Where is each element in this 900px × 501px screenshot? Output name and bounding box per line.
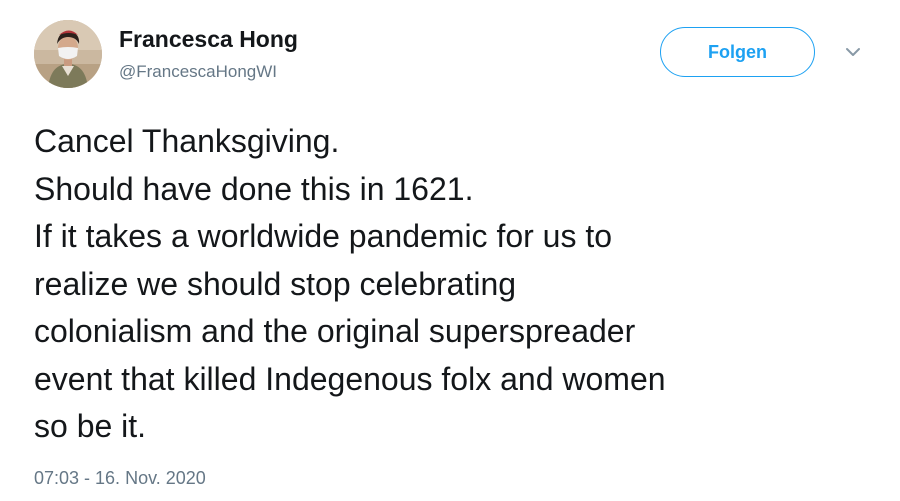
tweet-text-line: Should have done this in 1621. bbox=[34, 170, 474, 207]
tweet-text-line: so be it. bbox=[34, 408, 147, 444]
tweet-text-line: If it takes a worldwide pandemic for us … bbox=[34, 218, 613, 254]
tweet-text-line: Cancel Thanksgiving. bbox=[34, 123, 340, 159]
avatar[interactable] bbox=[34, 20, 102, 88]
chevron-down-icon[interactable] bbox=[843, 44, 863, 60]
author-handle[interactable]: @FrancescaHongWI bbox=[119, 62, 277, 82]
follow-button-label: Folgen bbox=[708, 41, 767, 62]
follow-button[interactable]: Folgen bbox=[660, 27, 815, 77]
tweet-card: Francesca Hong @FrancescaHongWI Folgen C… bbox=[0, 0, 900, 501]
tweet-text: Cancel Thanksgiving. Should have done th… bbox=[34, 118, 884, 451]
tweet-text-line: colonialism and the original superspread… bbox=[34, 313, 636, 349]
tweet-text-line: realize we should stop celebrating bbox=[34, 265, 517, 302]
author-display-name[interactable]: Francesca Hong bbox=[119, 26, 298, 53]
tweet-timestamp[interactable]: 07:03 - 16. Nov. 2020 bbox=[34, 468, 206, 489]
tweet-text-line: event that killed Indegenous folx and wo… bbox=[34, 360, 666, 397]
avatar-photo-icon bbox=[34, 20, 102, 88]
